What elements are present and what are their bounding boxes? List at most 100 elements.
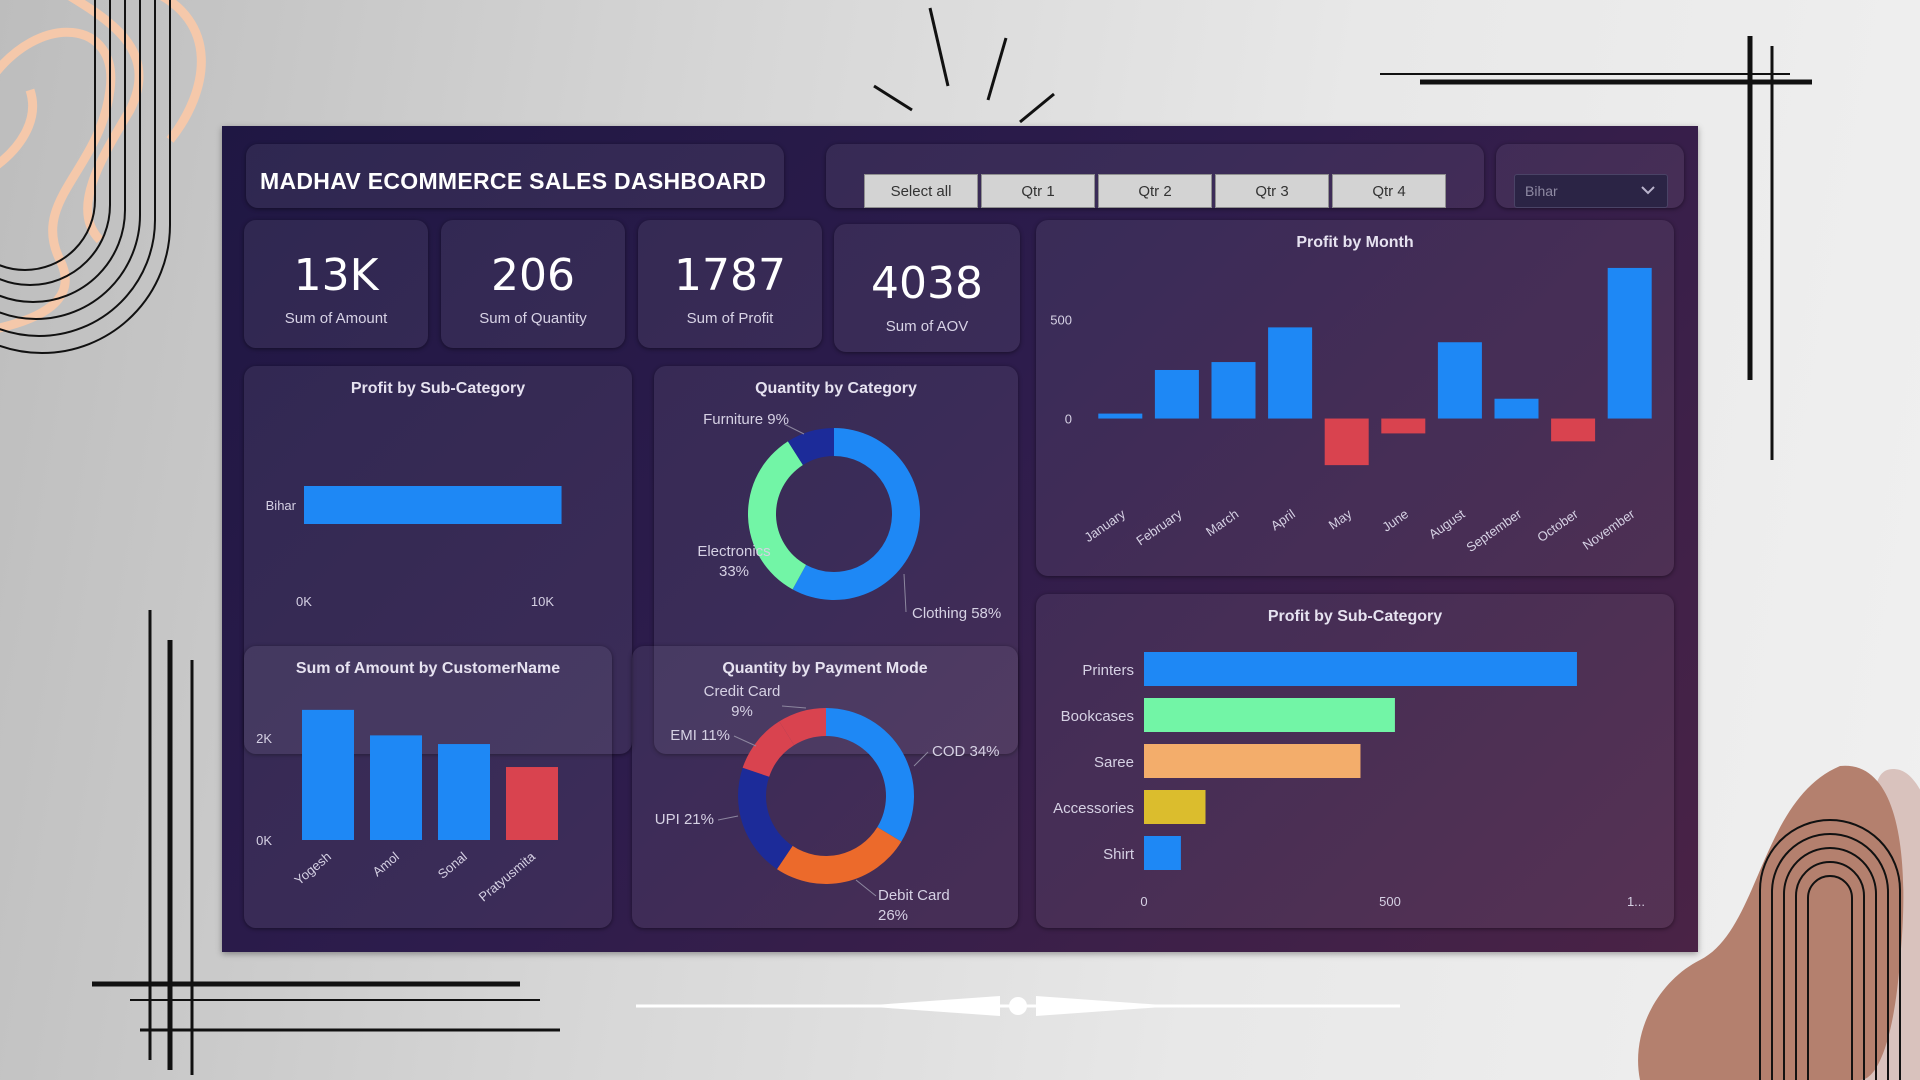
category-label: Saree xyxy=(1094,754,1134,771)
profit-by-month-svg: 500 0 January February March April May June Augu… xyxy=(1050,267,1652,555)
leader-line xyxy=(913,751,929,767)
category-label: September xyxy=(1464,506,1525,555)
tick-label: 500 xyxy=(1050,312,1072,327)
slice-label: COD 34% xyxy=(932,743,1000,760)
tick-label: 500 xyxy=(1379,894,1401,909)
tick-label: 0 xyxy=(1065,412,1072,427)
leader-line xyxy=(717,815,739,821)
chevron-down-icon xyxy=(1641,186,1655,195)
category-label: Printers xyxy=(1082,662,1134,679)
divider-decoration xyxy=(636,996,1400,1016)
category-label: Amol xyxy=(370,849,402,880)
kpi-label: Sum of AOV xyxy=(885,318,969,335)
category-label: Sonal xyxy=(435,849,470,882)
kpi-card-amount: 13K Sum of Amount xyxy=(244,220,428,348)
state-slicer: Bihar xyxy=(1496,144,1684,208)
kpi-value: 13K xyxy=(293,250,379,301)
bar xyxy=(506,767,558,840)
arch-lines-bottomright xyxy=(1759,819,1901,1080)
bar xyxy=(1144,698,1395,732)
dashboard-canvas: MADHAV ECOMMERCE SALES DASHBOARD Select … xyxy=(222,126,1698,952)
bar xyxy=(302,709,354,840)
bar xyxy=(1144,836,1181,870)
category-label: Yogesh xyxy=(291,849,334,888)
tick-label: 0K xyxy=(256,833,272,848)
bar xyxy=(1211,362,1256,419)
kpi-card-quantity: 206 Sum of Quantity xyxy=(441,220,625,348)
dashboard-title: MADHAV ECOMMERCE SALES DASHBOARD xyxy=(260,168,767,194)
state-dropdown[interactable]: Bihar xyxy=(1514,174,1668,208)
leader-line xyxy=(733,735,757,747)
kpi-value: 1787 xyxy=(674,250,786,301)
tick-label: 1... xyxy=(1627,894,1645,909)
slicer-qtr1-button[interactable]: Qtr 1 xyxy=(981,174,1095,208)
slice-label: Credit Card 9% xyxy=(704,683,781,720)
bar xyxy=(1607,267,1652,419)
slice-label: Clothing 58% xyxy=(912,605,1001,622)
kpi-card-profit: 1787 Sum of Profit xyxy=(638,220,822,348)
tick-label: 10K xyxy=(531,594,554,609)
bar xyxy=(1381,418,1426,434)
bar xyxy=(1154,369,1199,419)
donut-slice xyxy=(776,827,902,884)
quantity-by-payment-mode-svg: COD 34% Debit Card 26% UPI 21% EMI 11% Credit… xyxy=(655,683,1000,924)
bar xyxy=(304,486,562,524)
kpi-label: Sum of Profit xyxy=(686,310,774,327)
category-label: Accessories xyxy=(1053,800,1134,817)
bar xyxy=(1098,413,1143,419)
slice-label: UPI 21% xyxy=(655,811,714,828)
burst-decoration xyxy=(873,7,1055,124)
bar xyxy=(1324,418,1369,466)
category-label: February xyxy=(1133,506,1185,548)
slicer-qtr2-button[interactable]: Qtr 2 xyxy=(1098,174,1212,208)
slicer-qtr4-button[interactable]: Qtr 4 xyxy=(1332,174,1446,208)
profit-by-subcategory-svg: Printers Bookcases Saree Accessories Shirt 0 5… xyxy=(1053,652,1645,909)
kpi-value: 4038 xyxy=(871,258,983,309)
category-label: Shirt xyxy=(1103,846,1135,863)
quantity-by-payment-mode-chart: Quantity by Payment Mode COD 34% Debit Ca… xyxy=(632,646,1018,928)
kpi-label: Sum of Amount xyxy=(284,310,388,327)
slice-label: Furniture 9% xyxy=(703,411,789,428)
category-label: October xyxy=(1534,506,1581,545)
arch-lines-topleft xyxy=(0,0,171,354)
category-label: Bookcases xyxy=(1061,708,1134,725)
bar xyxy=(1144,652,1577,686)
category-label: Pratyusmita xyxy=(476,848,539,904)
tick-label: 0 xyxy=(1140,894,1147,909)
slice-label: Electronics 33% xyxy=(697,543,770,580)
bar xyxy=(1437,342,1482,419)
leader-line xyxy=(855,879,877,897)
bar xyxy=(438,744,490,840)
category-label: August xyxy=(1426,506,1468,542)
swirl-decoration xyxy=(0,0,206,333)
donut-slice xyxy=(826,708,914,842)
donut-slice xyxy=(738,767,793,870)
state-dropdown-value: Bihar xyxy=(1525,183,1558,199)
tick-label: 2K xyxy=(256,731,272,746)
kpi-label: Sum of Quantity xyxy=(479,310,587,327)
quarter-slicer: Select all Qtr 1 Qtr 2 Qtr 3 Qtr 4 xyxy=(826,144,1484,208)
bar xyxy=(1144,790,1206,824)
slice-label: Debit Card 26% xyxy=(878,887,950,924)
bar xyxy=(1551,418,1596,442)
amount-by-customer-svg: 2K 0K Yogesh Amol Sonal Pratyusmita xyxy=(256,709,558,904)
category-label: April xyxy=(1268,506,1298,533)
slicer-qtr3-button[interactable]: Qtr 3 xyxy=(1215,174,1329,208)
title-panel: MADHAV ECOMMERCE SALES DASHBOARD xyxy=(246,144,784,208)
category-label: March xyxy=(1203,506,1241,539)
category-label: November xyxy=(1580,506,1638,553)
leader-line xyxy=(903,573,907,613)
bar xyxy=(1144,744,1361,778)
leader-line xyxy=(781,705,807,709)
category-label: January xyxy=(1082,506,1129,545)
kpi-card-aov: 4038 Sum of AOV xyxy=(834,224,1020,352)
bar xyxy=(370,735,422,840)
amount-by-customer-chart: Sum of Amount by CustomerName 2K 0K Yogesh… xyxy=(244,646,612,928)
profit-by-subcategory-chart: Profit by Sub-Category Printers Bookcases… xyxy=(1036,594,1674,928)
donut-slice xyxy=(748,441,807,590)
bar xyxy=(1494,398,1539,419)
bar xyxy=(1268,327,1313,419)
category-label: May xyxy=(1326,506,1355,533)
tick-label: 0K xyxy=(296,594,312,609)
slicer-select-all-button[interactable]: Select all xyxy=(864,174,978,208)
